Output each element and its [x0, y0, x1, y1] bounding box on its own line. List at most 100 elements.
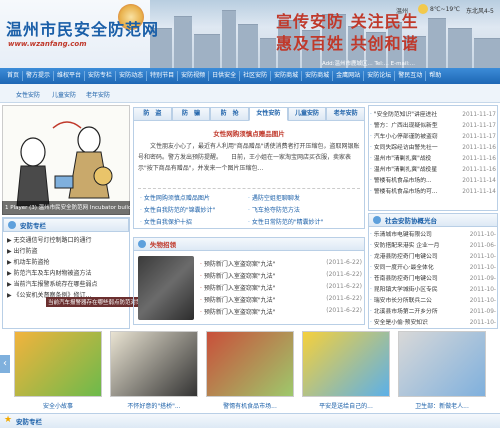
gallery-item[interactable]: 不怀好意的"搭桥"... [110, 331, 198, 413]
news-title: 警楼有机食品市场的可... [370, 189, 437, 195]
list-item[interactable]: 安全是小偷·预安知识 2011-10- [370, 318, 496, 329]
nav-item[interactable]: 安防商城 [271, 71, 303, 81]
list-item[interactable]: 温州市"清剿扎冀"战役星 2011-11-16 [370, 165, 496, 176]
gallery-image[interactable] [110, 331, 198, 397]
gallery-prev-arrow-icon[interactable]: ‹ [0, 355, 10, 373]
gallery-image[interactable] [206, 331, 294, 397]
table-row[interactable]: 预防新门入室盗窃案"九法" (2011-6-22) [200, 307, 362, 316]
cartoon-banner-image[interactable] [2, 105, 130, 215]
tab-children[interactable]: 儿童安防 [287, 107, 327, 121]
list-item[interactable]: 温州市"清剿扎冀"战役 2011-11-16 [370, 154, 496, 165]
gallery-caption[interactable]: 安全小故事 [14, 401, 102, 410]
unit-date: 2011-10- [469, 287, 496, 293]
table-row[interactable]: 预防新门入室盗窃案"九法" (2011-6-22) [200, 259, 362, 268]
list-item[interactable]: ▶ 当前汽车报警系统存在哪些弱点 [7, 279, 125, 290]
list-item[interactable]: 龙港县防控奇门电键公司 2011-10- [370, 252, 496, 263]
list-item[interactable]: ▶ 无交通信号灯控制路口的通行 [7, 235, 125, 246]
list-item[interactable]: 警方：广西出现疑似新型 2011-11-17 [370, 121, 496, 132]
news-date: 2011-11-17 [462, 112, 496, 118]
tab-robbery[interactable]: 防 抢 [210, 107, 250, 121]
site-title[interactable]: 温州市民安全防范网 [6, 16, 159, 40]
tab-elderly[interactable]: 老年安防 [326, 107, 366, 121]
gallery-item[interactable]: 安全小故事 [14, 331, 102, 413]
unit-title: 瑞安市长分所联兵二公 [370, 298, 432, 304]
list-item[interactable]: 苍南县防控奇门电键公司 2011-09- [370, 274, 496, 285]
weather-wind: 东北风4-5 [466, 8, 494, 15]
nav-item[interactable]: 安防动态 [116, 71, 148, 81]
footer-title[interactable]: 安防专栏 [16, 416, 42, 426]
nav-item[interactable]: 首页 [4, 71, 24, 81]
unit-list: 乐清城市电键有限公司2011-10- 安防搭配来港实 企业一月2011-06- … [370, 230, 496, 329]
gallery-caption[interactable]: 不怀好意的"搭桥"... [110, 401, 198, 410]
list-item[interactable]: "安全防范知识"讲座进社 2011-11-17 [370, 110, 496, 121]
feature-link[interactable]: 飞车抢夺防范方法 [248, 205, 300, 214]
photo-gallery: ‹ 安全小故事 不怀好意的"搭桥"... 警惕有机食品市场... 平安是送给自己… [0, 331, 500, 413]
unit-date: 2011-09- [469, 309, 496, 315]
list-item[interactable]: ▶ 出行防盗 [7, 246, 125, 257]
nav-item[interactable]: 特别节目 [147, 71, 179, 81]
gallery-item[interactable]: 平安是送给自己的... [302, 331, 390, 413]
subnav-tag-elderly[interactable]: 老年安防 [86, 90, 110, 99]
gallery-image[interactable] [302, 331, 390, 397]
tips-panel-title[interactable]: 安防专栏 [20, 220, 46, 230]
table-row[interactable]: 预防新门入室盗窃案"九法" (2011-6-22) [200, 295, 362, 304]
list-item[interactable]: 女同失踪经访由警先社一 2011-11-16 [370, 143, 496, 154]
nav-item[interactable]: 金鹰网站 [333, 71, 365, 81]
main-nav: 首页 警方提示 维权平台 安防专栏 安防动态 特别节目 安防视频 日供安全 社区… [0, 68, 500, 84]
bullet-icon [8, 221, 16, 229]
feature-link[interactable]: 女性网购须慎点赠品图片 [140, 193, 210, 202]
list-item[interactable]: 乐清城市电键有限公司 2011-10- [370, 230, 496, 241]
tab-fraud[interactable]: 防 骗 [171, 107, 211, 121]
nav-item[interactable]: 帮助 [426, 71, 444, 81]
nav-item[interactable]: 安防视频 [178, 71, 210, 81]
gallery-caption[interactable]: 卫生部：新做老人... [398, 401, 486, 410]
sun-icon [418, 4, 428, 14]
list-item[interactable]: 安防搭配来港实 企业一月 2011-06- [370, 241, 496, 252]
feature-title[interactable]: 女性网购须慎点赠品图片 [133, 128, 365, 138]
feature-link[interactable]: 遇防空姐拒聊聊发 [248, 193, 300, 202]
gallery-image[interactable] [14, 331, 102, 397]
unit-title: 北溪县市场第二开乡分所 [370, 309, 438, 315]
list-item[interactable]: 汽车小心停部谨防被盗窃 2011-11-17 [370, 132, 496, 143]
list-item[interactable]: 安同一度开心·最全体化 2011-10- [370, 263, 496, 274]
recall-row-title: 预防新门入室盗窃案"九法" [200, 285, 275, 292]
subnav-tag-children[interactable]: 儿童安防 [52, 90, 76, 99]
tab-women[interactable]: 女性安防 [249, 107, 288, 121]
nav-item[interactable]: 社区安防 [240, 71, 272, 81]
gallery-caption[interactable]: 平安是送给自己的... [302, 401, 390, 410]
nav-item[interactable]: 警民互动 [395, 71, 427, 81]
gallery-caption[interactable]: 警惕有机食品市场... [206, 401, 294, 410]
list-item[interactable]: 昆阳镇大学城街小区专民 2011-10- [370, 285, 496, 296]
recall-row-date: (2011-6-22) [326, 271, 362, 278]
list-item[interactable]: ▶ 机动车防盗抢 [7, 257, 125, 268]
nav-item[interactable]: 安防商城 [302, 71, 334, 81]
nav-item[interactable]: 维权平台 [54, 71, 86, 81]
gallery-item[interactable]: 警惕有机食品市场... [206, 331, 294, 413]
nav-item[interactable]: 安防专栏 [85, 71, 117, 81]
cartoon-caption: 1 Player (3) 温州市民安全防范网 Incubator build [2, 201, 130, 215]
gallery-image[interactable] [398, 331, 486, 397]
recall-row-title: 预防新门入室盗窃案"九法" [200, 297, 275, 304]
nav-item[interactable]: 日供安全 [209, 71, 241, 81]
nav-item[interactable]: 安防论坛 [364, 71, 396, 81]
list-item[interactable]: 警楼有机食品市场的... 2011-11-14 [370, 176, 496, 187]
feature-link[interactable]: 女性自我防范的"锦囊妙计" [140, 205, 216, 214]
table-row[interactable]: 预防新门入室盗窃案"九法" (2011-6-22) [200, 271, 362, 280]
list-item[interactable]: ▶ 防范汽车及车内财物被盗方法 [7, 268, 125, 279]
feature-link[interactable]: 女性自我保护十招 [140, 217, 192, 226]
bullet-icon [373, 216, 381, 224]
subnav-tag-women[interactable]: 女性安防 [16, 90, 40, 99]
list-item[interactable]: 瑞安市长分所联兵二公 2011-10- [370, 296, 496, 307]
table-row[interactable]: 预防新门入室盗窃案"九法" (2011-6-22) [200, 283, 362, 292]
tab-theft[interactable]: 防 盗 [133, 107, 172, 121]
weather-temp: 8℃~19℃ [430, 6, 460, 13]
list-item[interactable]: 北溪县市场第二开乡分所 2011-09- [370, 307, 496, 318]
list-item[interactable]: 警楼有机食品市场的可... 2011-11-14 [370, 187, 496, 198]
recall-thumbnail[interactable] [138, 256, 194, 320]
recall-panel-title[interactable]: 失物招领 [150, 239, 176, 249]
nav-item[interactable]: 警方提示 [23, 71, 55, 81]
unit-panel-title[interactable]: 社会安防协概光台 [385, 215, 437, 225]
feature-link[interactable]: 女性日常防范的"精囊妙计" [248, 217, 324, 226]
gallery-item[interactable]: 卫生部：新做老人... [398, 331, 486, 413]
site-url: www.wzanfang.com [8, 40, 87, 48]
